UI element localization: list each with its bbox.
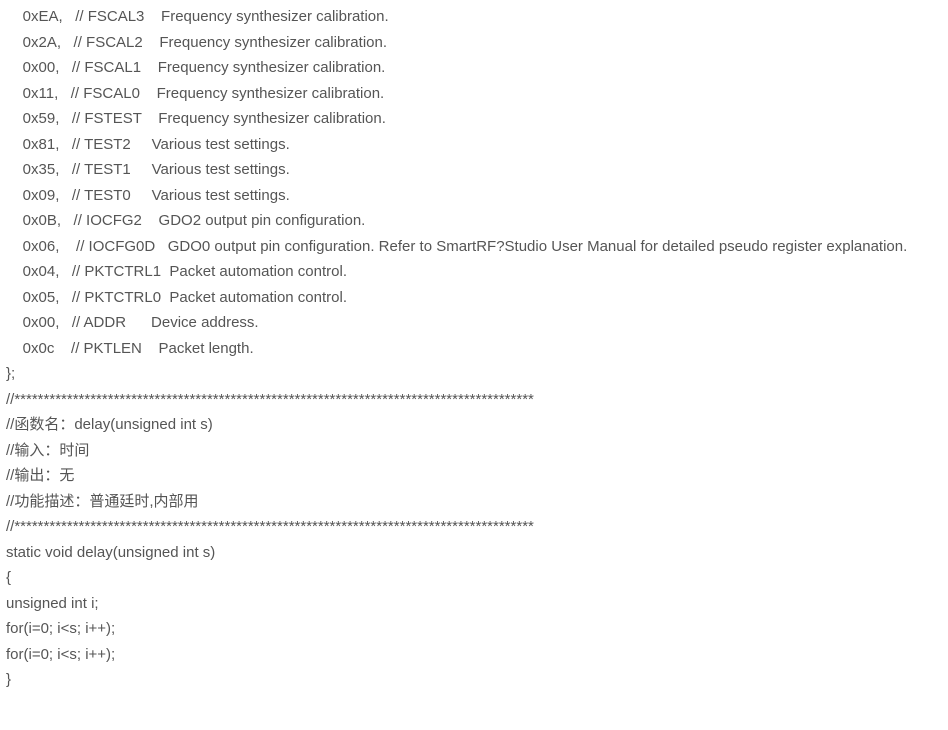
code-line: unsigned int i; bbox=[0, 591, 948, 617]
code-line: 0x35, // TEST1 Various test settings. bbox=[0, 157, 948, 183]
code-line: //**************************************… bbox=[0, 387, 948, 413]
code-line: 0x0c // PKTLEN Packet length. bbox=[0, 336, 948, 362]
code-line: //**************************************… bbox=[0, 514, 948, 540]
code-line: //函数名：delay(unsigned int s) bbox=[0, 412, 948, 438]
code-line: 0x81, // TEST2 Various test settings. bbox=[0, 132, 948, 158]
code-line: 0x06, // IOCFG0D GDO0 output pin configu… bbox=[0, 234, 948, 260]
code-line: 0x04, // PKTCTRL1 Packet automation cont… bbox=[0, 259, 948, 285]
code-line: 0x05, // PKTCTRL0 Packet automation cont… bbox=[0, 285, 948, 311]
code-line: for(i=0; i<s; i++); bbox=[0, 616, 948, 642]
code-line: 0xEA, // FSCAL3 Frequency synthesizer ca… bbox=[0, 4, 948, 30]
code-line: 0x00, // FSCAL1 Frequency synthesizer ca… bbox=[0, 55, 948, 81]
code-line: 0x59, // FSTEST Frequency synthesizer ca… bbox=[0, 106, 948, 132]
code-line: 0x00, // ADDR Device address. bbox=[0, 310, 948, 336]
code-line: //功能描述：普通廷时,内部用 bbox=[0, 489, 948, 515]
code-line: for(i=0; i<s; i++); bbox=[0, 642, 948, 668]
code-line: 0x11, // FSCAL0 Frequency synthesizer ca… bbox=[0, 81, 948, 107]
code-line: { bbox=[0, 565, 948, 591]
code-line: static void delay(unsigned int s) bbox=[0, 540, 948, 566]
code-line: 0x2A, // FSCAL2 Frequency synthesizer ca… bbox=[0, 30, 948, 56]
code-line: } bbox=[0, 667, 948, 693]
code-line: //输出：无 bbox=[0, 463, 948, 489]
code-document: 0xEA, // FSCAL3 Frequency synthesizer ca… bbox=[0, 4, 948, 693]
code-line: //输入：时间 bbox=[0, 438, 948, 464]
code-line: 0x09, // TEST0 Various test settings. bbox=[0, 183, 948, 209]
code-line: 0x0B, // IOCFG2 GDO2 output pin configur… bbox=[0, 208, 948, 234]
code-line: }; bbox=[0, 361, 948, 387]
